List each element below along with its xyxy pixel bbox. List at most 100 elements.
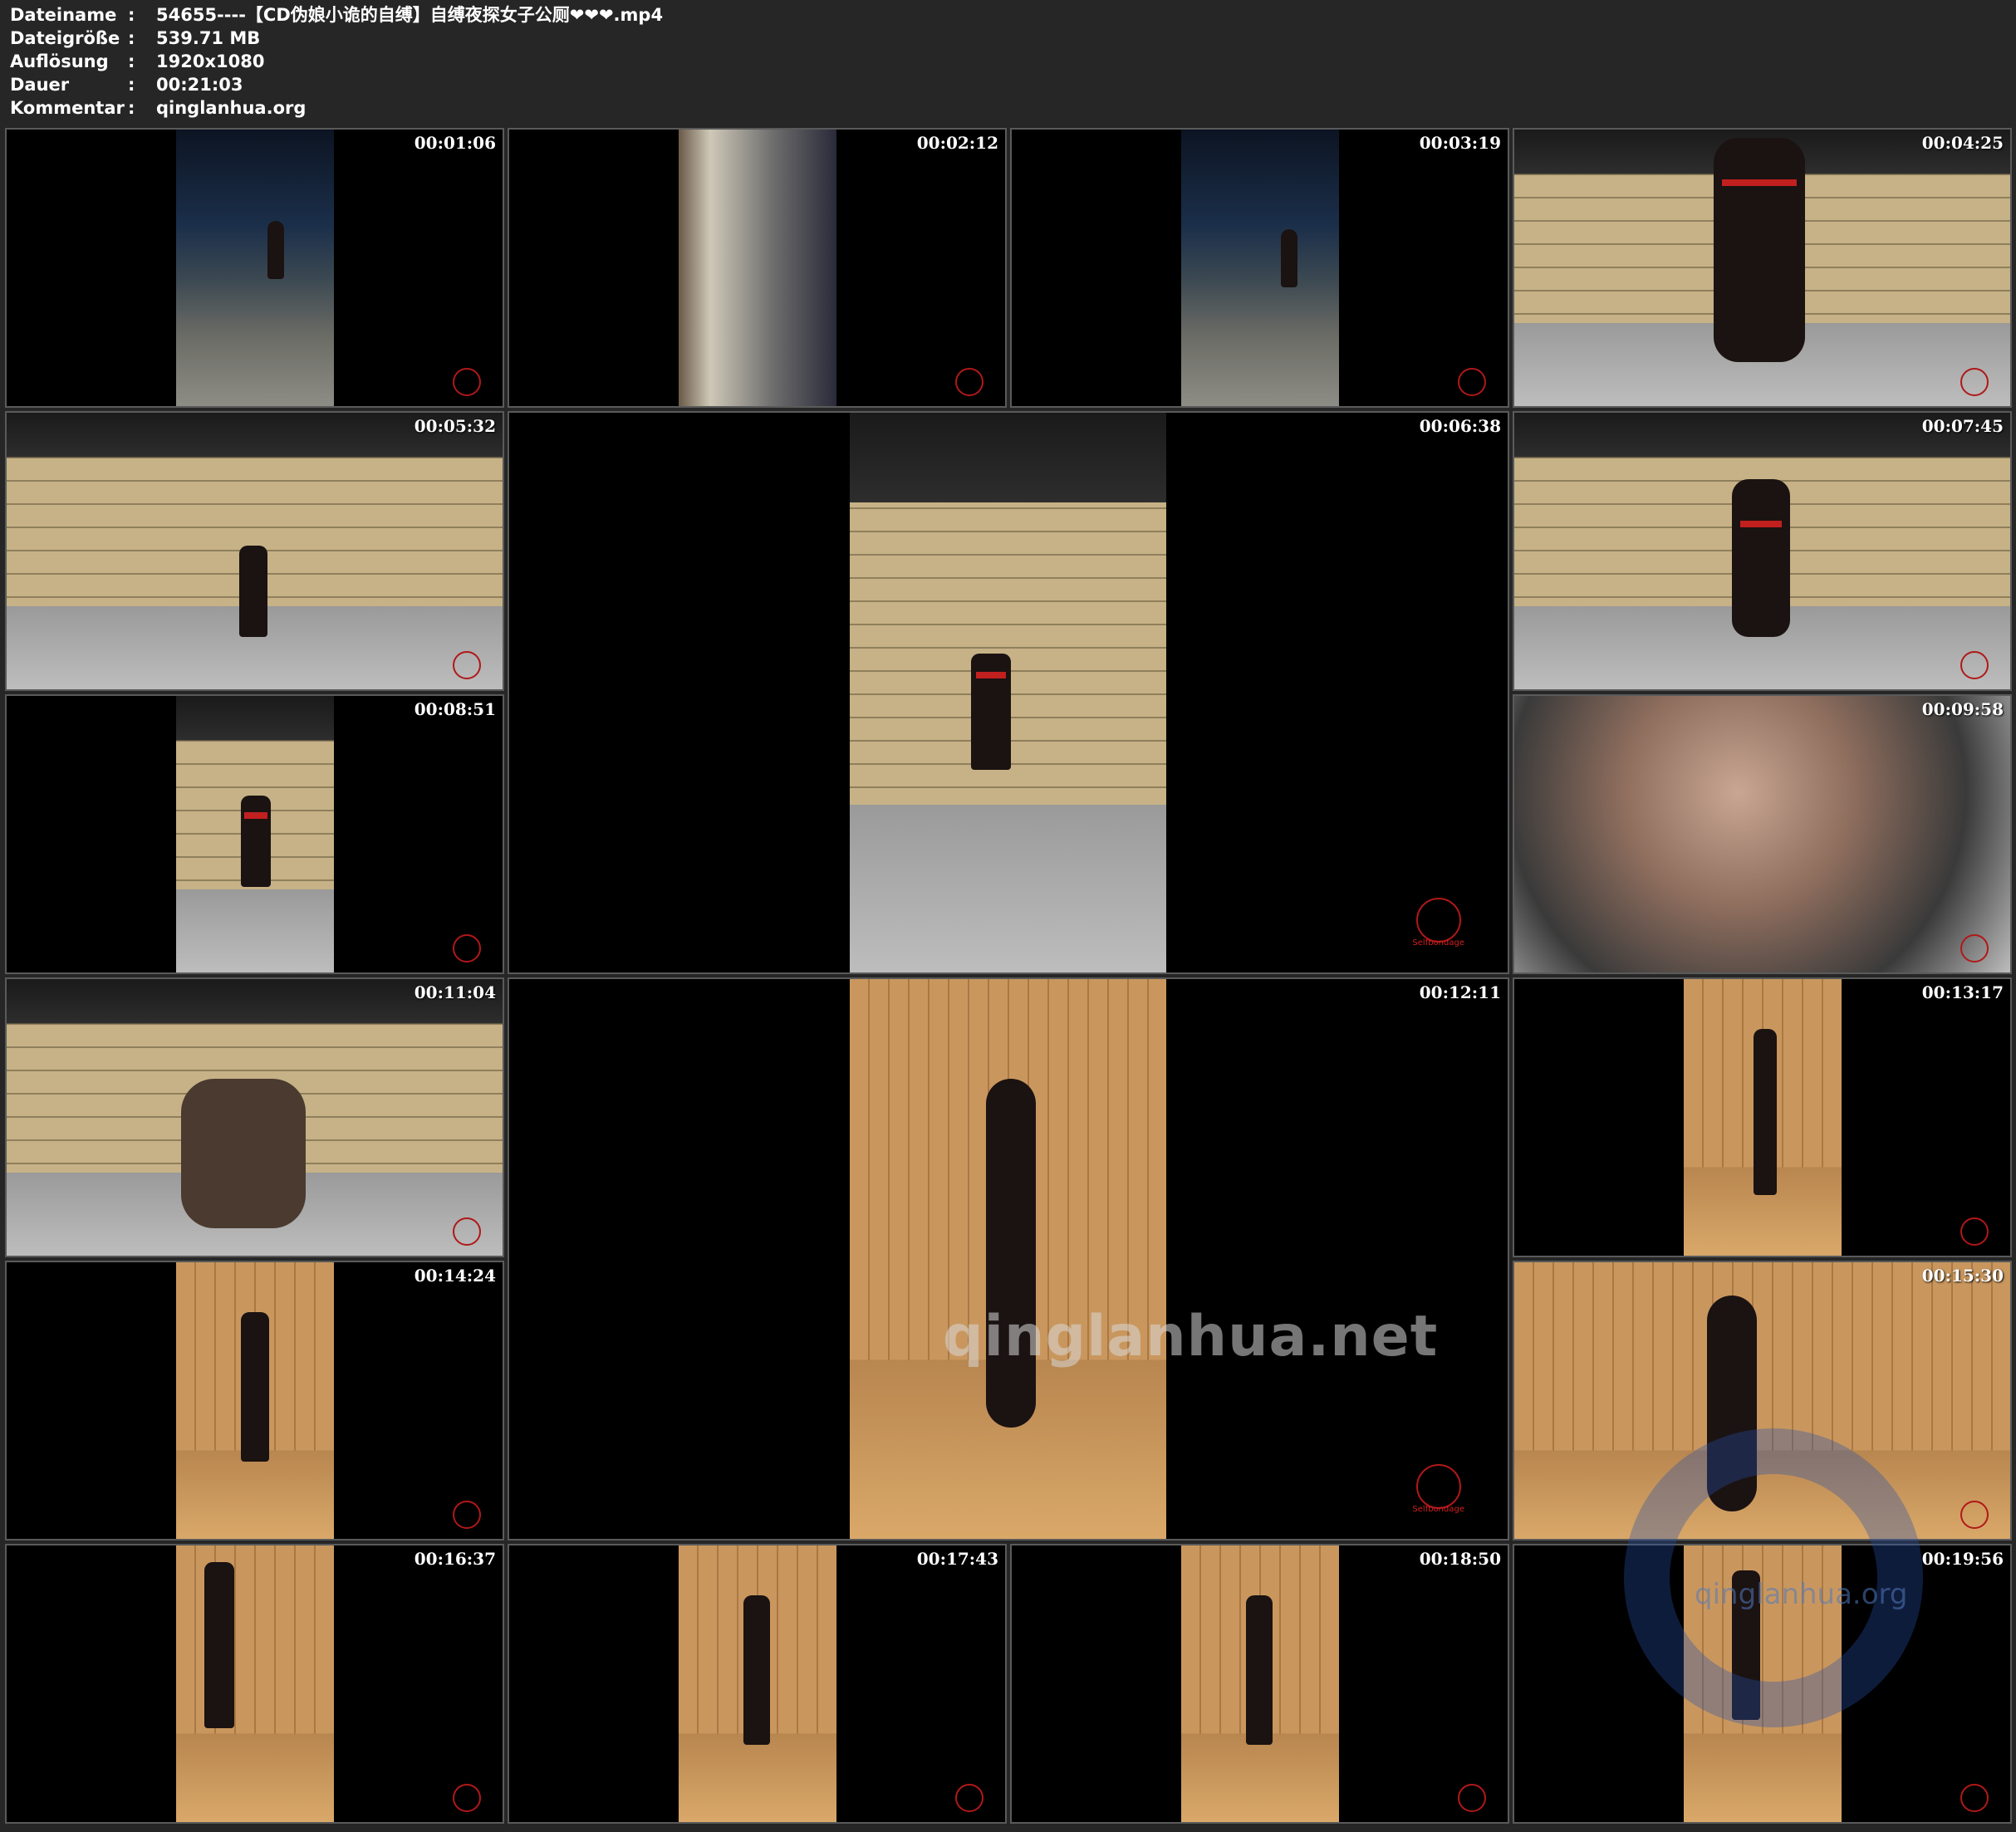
logo-icon — [1458, 368, 1486, 396]
info-separator: : — [128, 28, 135, 48]
video-thumbnail[interactable]: 00:05:32 — [5, 411, 504, 691]
info-value: qinglanhua.org — [156, 98, 307, 118]
info-value: 539.71 MB — [156, 28, 261, 48]
timestamp: 00:03:19 — [1419, 133, 1501, 153]
logo-icon — [1960, 651, 1989, 679]
figure-silhouette — [204, 1562, 234, 1728]
info-value: 00:21:03 — [156, 75, 243, 95]
info-label: Dauer — [10, 75, 70, 95]
rope-detail — [1740, 521, 1782, 527]
logo-icon — [453, 368, 481, 396]
info-row-comment: Kommentar : qinglanhua.org — [10, 96, 663, 120]
figure-silhouette — [1246, 1595, 1273, 1745]
figure-silhouette — [241, 796, 271, 887]
video-thumbnail[interactable]: 00:09:58 — [1513, 694, 2012, 974]
figure-silhouette — [241, 1312, 269, 1462]
logo-icon — [1960, 1217, 1989, 1246]
logo-icon — [1960, 1784, 1989, 1812]
logo-text: Selfbondage — [1412, 938, 1464, 948]
logo-icon — [1960, 934, 1989, 963]
timestamp: 00:06:38 — [1419, 416, 1501, 436]
figure-silhouette — [1281, 229, 1297, 287]
timestamp: 00:02:12 — [916, 133, 998, 153]
info-row-resolution: Auflösung : 1920x1080 — [10, 50, 663, 73]
figure-silhouette — [239, 546, 267, 637]
timestamp: 00:13:17 — [1921, 982, 2004, 1002]
timestamp: 00:01:06 — [414, 133, 496, 153]
logo-icon — [453, 1784, 481, 1812]
logo-icon — [955, 1784, 983, 1812]
figure-silhouette — [971, 654, 1011, 770]
logo-icon — [1960, 1501, 1989, 1529]
info-separator: : — [128, 75, 135, 95]
video-frame — [679, 130, 836, 406]
info-separator: : — [128, 98, 135, 118]
timestamp: 00:16:37 — [414, 1549, 496, 1569]
timestamp: 00:14:24 — [414, 1266, 496, 1286]
info-value: 1920x1080 — [156, 51, 265, 71]
logo-icon — [1458, 1784, 1486, 1812]
rope-detail — [976, 672, 1006, 678]
video-thumbnail[interactable]: 00:13:17 — [1513, 977, 2012, 1257]
video-frame — [176, 130, 334, 406]
video-thumbnail[interactable]: 00:04:25 — [1513, 128, 2012, 408]
video-frame — [1181, 130, 1339, 406]
video-thumbnail[interactable]: 00:01:06 — [5, 128, 504, 408]
info-row-filename: Dateiname : 54655----【CD伪娘小诡的自缚】自缚夜探女子公厕… — [10, 3, 663, 27]
timestamp: 00:05:32 — [414, 416, 496, 436]
video-thumbnail[interactable]: 00:07:45 — [1513, 411, 2012, 691]
logo-text: Selfbondage — [1412, 1505, 1464, 1514]
rope-detail — [1722, 179, 1797, 186]
video-thumbnail[interactable]: 00:14:24 — [5, 1261, 504, 1541]
info-row-filesize: Dateigröße : 539.71 MB — [10, 27, 663, 50]
timestamp: 00:08:51 — [414, 699, 496, 719]
timestamp: 00:19:56 — [1921, 1549, 2004, 1569]
figure-silhouette — [1732, 479, 1790, 637]
info-separator: : — [128, 51, 135, 71]
file-info-panel: Dateiname : 54655----【CD伪娘小诡的自缚】自缚夜探女子公厕… — [10, 3, 663, 120]
timestamp: 00:11:04 — [414, 982, 496, 1002]
figure-silhouette — [181, 1079, 306, 1228]
figure-silhouette — [267, 221, 284, 279]
logo-icon — [453, 1217, 481, 1246]
video-thumbnail[interactable]: 00:12:11 Selfbondage — [508, 977, 1509, 1541]
info-value: 54655----【CD伪娘小诡的自缚】自缚夜探女子公厕❤❤❤.mp4 — [156, 5, 664, 25]
info-separator: : — [128, 5, 135, 25]
logo-icon — [1960, 368, 1989, 396]
video-thumbnail[interactable]: 00:11:04 — [5, 977, 504, 1257]
logo-icon — [453, 934, 481, 963]
logo-icon — [955, 368, 983, 396]
figure-silhouette — [986, 1079, 1036, 1428]
video-thumbnail[interactable]: 00:17:43 — [508, 1544, 1007, 1824]
video-thumbnail[interactable]: 00:03:19 — [1010, 128, 1509, 408]
video-thumbnail[interactable]: 00:02:12 — [508, 128, 1007, 408]
info-label: Kommentar — [10, 98, 125, 118]
video-frame — [176, 1545, 334, 1822]
video-thumbnail[interactable]: 00:18:50 — [1010, 1544, 1509, 1824]
timestamp: 00:07:45 — [1921, 416, 2004, 436]
info-label: Dateiname — [10, 5, 117, 25]
figure-silhouette — [1754, 1029, 1777, 1195]
timestamp: 00:18:50 — [1419, 1549, 1501, 1569]
timestamp: 00:17:43 — [916, 1549, 998, 1569]
video-thumbnail[interactable]: 00:08:51 — [5, 694, 504, 974]
info-label: Auflösung — [10, 51, 109, 71]
watermark-main: qinglanhua.net — [943, 1304, 1439, 1369]
logo-icon — [453, 1501, 481, 1529]
info-label: Dateigröße — [10, 28, 120, 48]
timestamp: 00:12:11 — [1419, 982, 1501, 1002]
logo-icon — [1416, 1464, 1461, 1509]
timestamp: 00:09:58 — [1921, 699, 2004, 719]
logo-icon — [453, 651, 481, 679]
video-frame — [1514, 696, 2010, 972]
video-thumbnail[interactable]: 00:06:38 Selfbondage — [508, 411, 1509, 974]
figure-silhouette — [1714, 138, 1805, 362]
rope-detail — [244, 812, 267, 819]
logo-icon — [1416, 898, 1461, 943]
info-row-duration: Dauer : 00:21:03 — [10, 73, 663, 96]
timestamp: 00:15:30 — [1921, 1266, 2004, 1286]
timestamp: 00:04:25 — [1921, 133, 2004, 153]
figure-silhouette — [743, 1595, 770, 1745]
video-thumbnail[interactable]: 00:16:37 — [5, 1544, 504, 1824]
watermark-corner: qinglanhua.org — [1695, 1578, 1908, 1611]
